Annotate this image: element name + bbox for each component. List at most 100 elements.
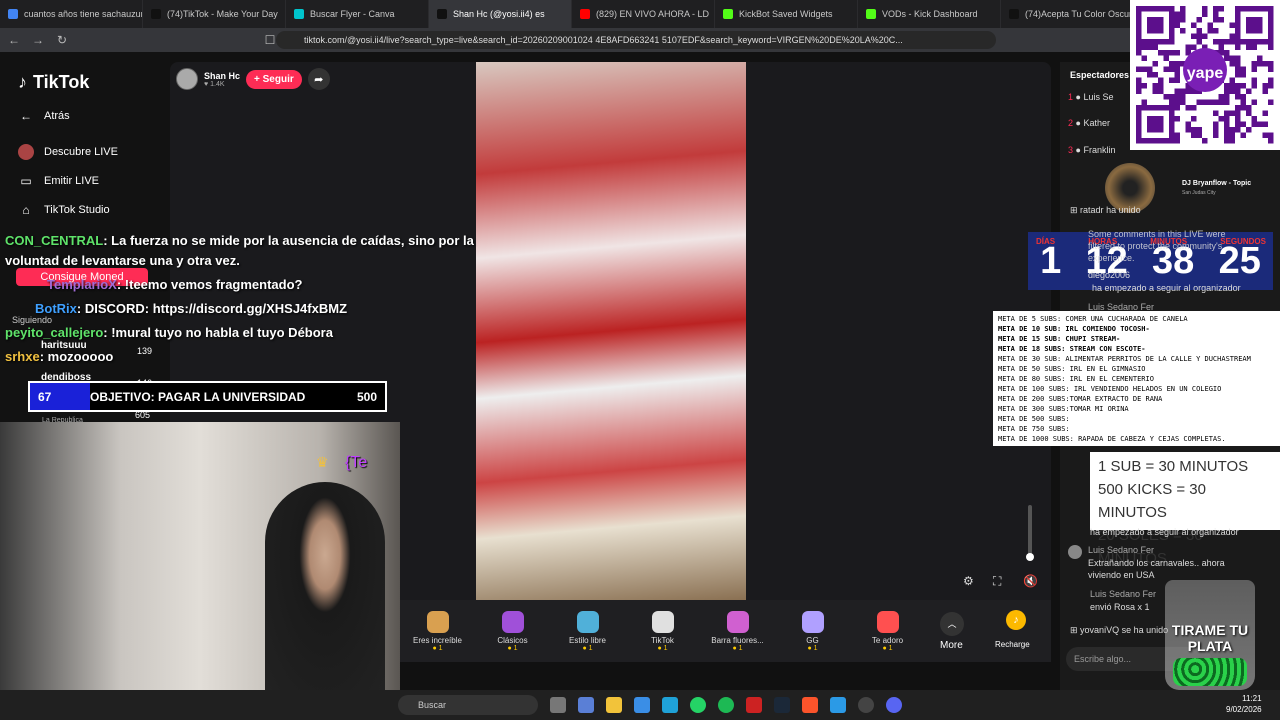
copilot-icon[interactable]	[578, 697, 594, 713]
viewer-row[interactable]: 3 ● Franklin	[1068, 145, 1115, 155]
qr-module	[1136, 138, 1142, 144]
share-icon[interactable]: ➦	[307, 68, 330, 90]
back-arrow-icon[interactable]: ←	[4, 33, 24, 47]
qr-module	[1169, 105, 1175, 111]
qr-module	[1136, 44, 1142, 50]
store-icon[interactable]	[634, 697, 650, 713]
rate-line: 1 SUB = 30 MINUTOS	[1098, 458, 1249, 475]
browser-tab[interactable]: VODs - Kick Dashboard	[858, 0, 1001, 28]
gift-item[interactable]: Eres increíble ● 1	[400, 610, 475, 652]
qr-module	[1218, 17, 1224, 23]
viewers-title: Espectadores	[1070, 70, 1130, 80]
qr-module	[1152, 6, 1158, 12]
steam-icon[interactable]	[774, 697, 790, 713]
qr-module	[1246, 105, 1252, 111]
host-name[interactable]: Shan Hc	[204, 71, 240, 81]
qr-module	[1147, 138, 1153, 144]
chat-text: : La fuerza no se mide por la ausencia d…	[103, 233, 474, 248]
qr-module	[1169, 22, 1175, 28]
sidebar-item-go-live[interactable]: ▭ Emitir LIVE	[18, 173, 99, 189]
qr-module	[1202, 6, 1208, 12]
whatsapp-icon[interactable]	[690, 697, 706, 713]
gift-name: Barra fluores...	[711, 635, 764, 645]
taskbar-search[interactable]: Buscar	[398, 695, 538, 715]
spotify-icon[interactable]	[718, 697, 734, 713]
browser-tab[interactable]: (74)Acepta Tu Color Oscuro y	[1001, 0, 1144, 28]
browser-tab[interactable]: Buscar Flyer - Canva	[286, 0, 429, 28]
reload-icon[interactable]: ↻	[52, 33, 72, 47]
qr-module	[1169, 61, 1175, 67]
qr-module	[1257, 17, 1263, 23]
qr-module	[1185, 88, 1191, 94]
tab-label: cuantos años tiene sachauzum	[24, 9, 143, 19]
more-button[interactable]: More	[940, 640, 963, 651]
qr-module	[1213, 17, 1219, 23]
qr-module	[1169, 94, 1175, 100]
qr-module	[1268, 33, 1274, 39]
app-icon[interactable]	[746, 697, 762, 713]
back-link[interactable]: ← Atrás	[18, 108, 70, 124]
discord-icon[interactable]	[886, 697, 902, 713]
gift-icon	[726, 610, 749, 633]
address-toolbar: ← → ↻ ☐ tiktok.com/@yosi.ii4/live?search…	[0, 28, 1280, 52]
browser-tab[interactable]: cuantos años tiene sachauzum	[0, 0, 143, 28]
qr-module	[1158, 105, 1164, 111]
qr-module	[1268, 66, 1274, 72]
qr-module	[1136, 116, 1142, 122]
obs-icon[interactable]	[858, 697, 874, 713]
qr-module	[1251, 61, 1257, 67]
recharge-button[interactable]: Recharge	[995, 640, 1030, 649]
url-field[interactable]: tiktok.com/@yosi.ii4/live?search_type=li…	[276, 31, 996, 49]
gift-item[interactable]: TikTok ● 1	[625, 610, 700, 652]
chevron-up-icon[interactable]: ︿	[940, 612, 964, 636]
qr-module	[1158, 127, 1164, 133]
qr-module	[1224, 127, 1230, 133]
settings-icon[interactable]: ⚙	[963, 574, 974, 588]
qr-module	[1136, 121, 1142, 127]
qr-module	[1136, 66, 1142, 72]
cam-text: {Te	[345, 454, 368, 471]
sidebar-item-tiktok-studio[interactable]: ⌂ TikTok Studio	[18, 202, 109, 218]
qr-module	[1180, 6, 1186, 12]
tip-jar-coins	[1173, 658, 1247, 686]
forward-arrow-icon[interactable]: →	[28, 33, 48, 47]
qr-module	[1136, 132, 1142, 138]
qr-module	[1224, 94, 1230, 100]
gift-item[interactable]: GG ● 1	[775, 610, 850, 652]
sidebar-item-discover-live[interactable]: Descubre LIVE	[18, 144, 118, 160]
browser-tab[interactable]: (74)TikTok - Make Your Day	[143, 0, 286, 28]
host-avatar[interactable]	[176, 68, 198, 90]
viewer-row[interactable]: 2 ● Kather	[1068, 118, 1110, 128]
mute-icon[interactable]: 🔇	[1023, 574, 1038, 588]
task-view-icon[interactable]	[550, 697, 566, 713]
volume-slider[interactable]	[1026, 505, 1034, 561]
gift-item[interactable]: Estilo libre ● 1	[550, 610, 625, 652]
qr-module	[1147, 127, 1153, 133]
browser-tab[interactable]: KickBot Saved Widgets	[715, 0, 858, 28]
browser-tab[interactable]: Shan Hc (@yosi.ii4) es	[429, 0, 572, 28]
follow-button[interactable]: + Seguir	[246, 69, 302, 89]
gift-icon	[576, 610, 599, 633]
followed-user[interactable]: haritsuuu	[41, 340, 87, 351]
volume-knob[interactable]	[1026, 553, 1034, 561]
tiktok-logo[interactable]: ♪ TikTok	[18, 72, 89, 93]
sub-goal-line: META DE 50 SUBS: IRL EN EL GIMNASIO	[998, 365, 1146, 373]
qr-module	[1218, 44, 1224, 50]
gift-item[interactable]: Te adoro ● 1	[850, 610, 925, 652]
qr-module	[1235, 33, 1241, 39]
qr-module	[1174, 50, 1180, 56]
camera-icon: ▭	[20, 174, 32, 188]
gift-item[interactable]: Clásicos ● 1	[475, 610, 550, 652]
gift-item[interactable]: Barra fluores... ● 1	[700, 610, 775, 652]
qr-module	[1251, 121, 1257, 127]
fullscreen-icon[interactable]: ⛶	[993, 574, 1001, 589]
viewer-row[interactable]: 1 ● Luis Se	[1068, 92, 1113, 102]
brave-icon[interactable]	[802, 697, 818, 713]
clock[interactable]: 11:21 9/02/2026	[1226, 693, 1262, 715]
notepad-icon[interactable]	[830, 697, 846, 713]
folder-icon[interactable]	[606, 697, 622, 713]
edge-icon[interactable]	[662, 697, 678, 713]
live-video[interactable]	[476, 62, 746, 600]
qr-module	[1268, 83, 1274, 89]
browser-tab[interactable]: (829) EN VIVO AHORA - LD	[572, 0, 715, 28]
